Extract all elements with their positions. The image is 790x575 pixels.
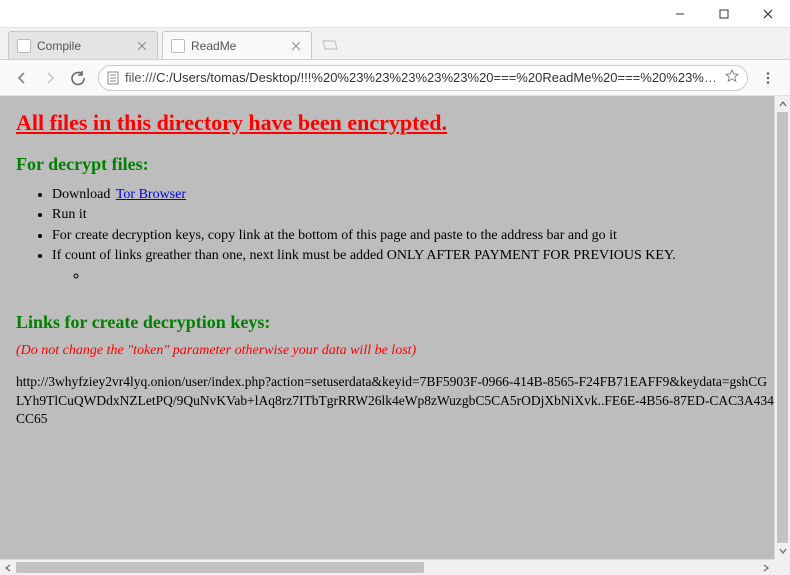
tab-compile[interactable]: Compile: [8, 31, 158, 59]
decryption-url-text: http://3whyfziey2vr4lyq.onion/user/index…: [16, 373, 774, 428]
list-item: For create decryption keys, copy link at…: [52, 226, 774, 246]
tab-readme[interactable]: ReadMe: [162, 31, 312, 59]
tab-label: Compile: [37, 39, 131, 53]
horizontal-scrollbar[interactable]: [0, 559, 774, 575]
forward-button[interactable]: [36, 64, 64, 92]
favicon-icon: [171, 39, 185, 53]
address-bar[interactable]: file:///C:/Users/tomas/Desktop/!!!%20%23…: [98, 65, 748, 91]
window-titlebar: [0, 0, 790, 28]
scroll-right-arrow-icon[interactable]: [758, 560, 774, 575]
decrypt-steps-list: Download Tor Browser Run it For create d…: [16, 185, 774, 286]
browser-menu-button[interactable]: [754, 64, 782, 92]
warning-text: (Do not change the "token" parameter oth…: [16, 343, 774, 359]
browser-toolbar: file:///C:/Users/tomas/Desktop/!!!%20%23…: [0, 60, 790, 96]
close-window-button[interactable]: [746, 0, 790, 28]
vertical-scrollbar[interactable]: [774, 96, 790, 559]
tab-strip: Compile ReadMe: [0, 28, 790, 60]
new-tab-button[interactable]: [318, 35, 342, 55]
file-icon: [107, 71, 119, 85]
list-item: Run it: [52, 205, 774, 225]
scroll-left-arrow-icon[interactable]: [0, 560, 16, 575]
list-item-text: If count of links greather than one, nex…: [52, 248, 676, 263]
list-item: [88, 266, 774, 286]
list-item: Download Tor Browser: [52, 185, 774, 205]
section-heading-links: Links for create decryption keys:: [16, 312, 774, 333]
page-content: All files in this directory have been en…: [0, 96, 790, 575]
scrollbar-thumb[interactable]: [16, 562, 424, 573]
bookmark-star-icon[interactable]: [725, 69, 739, 86]
favicon-icon: [17, 39, 31, 53]
page-heading: All files in this directory have been en…: [16, 110, 774, 136]
reload-button[interactable]: [64, 64, 92, 92]
scrollbar-thumb[interactable]: [777, 112, 788, 543]
tab-label: ReadMe: [191, 39, 285, 53]
back-button[interactable]: [8, 64, 36, 92]
list-item-text: Download: [52, 187, 110, 202]
scroll-down-arrow-icon[interactable]: [775, 543, 790, 559]
section-heading-decrypt: For decrypt files:: [16, 154, 774, 175]
scroll-up-arrow-icon[interactable]: [775, 96, 790, 112]
tab-close-button[interactable]: [289, 39, 303, 53]
list-item: If count of links greather than one, nex…: [52, 246, 774, 287]
tor-browser-link[interactable]: Tor Browser: [116, 187, 186, 202]
scrollbar-track[interactable]: [16, 560, 758, 575]
minimize-button[interactable]: [658, 0, 702, 28]
tab-close-button[interactable]: [135, 39, 149, 53]
scrollbar-corner: [774, 559, 790, 575]
url-text: file:///C:/Users/tomas/Desktop/!!!%20%23…: [125, 70, 719, 85]
maximize-button[interactable]: [702, 0, 746, 28]
page-viewport: All files in this directory have been en…: [0, 96, 790, 575]
